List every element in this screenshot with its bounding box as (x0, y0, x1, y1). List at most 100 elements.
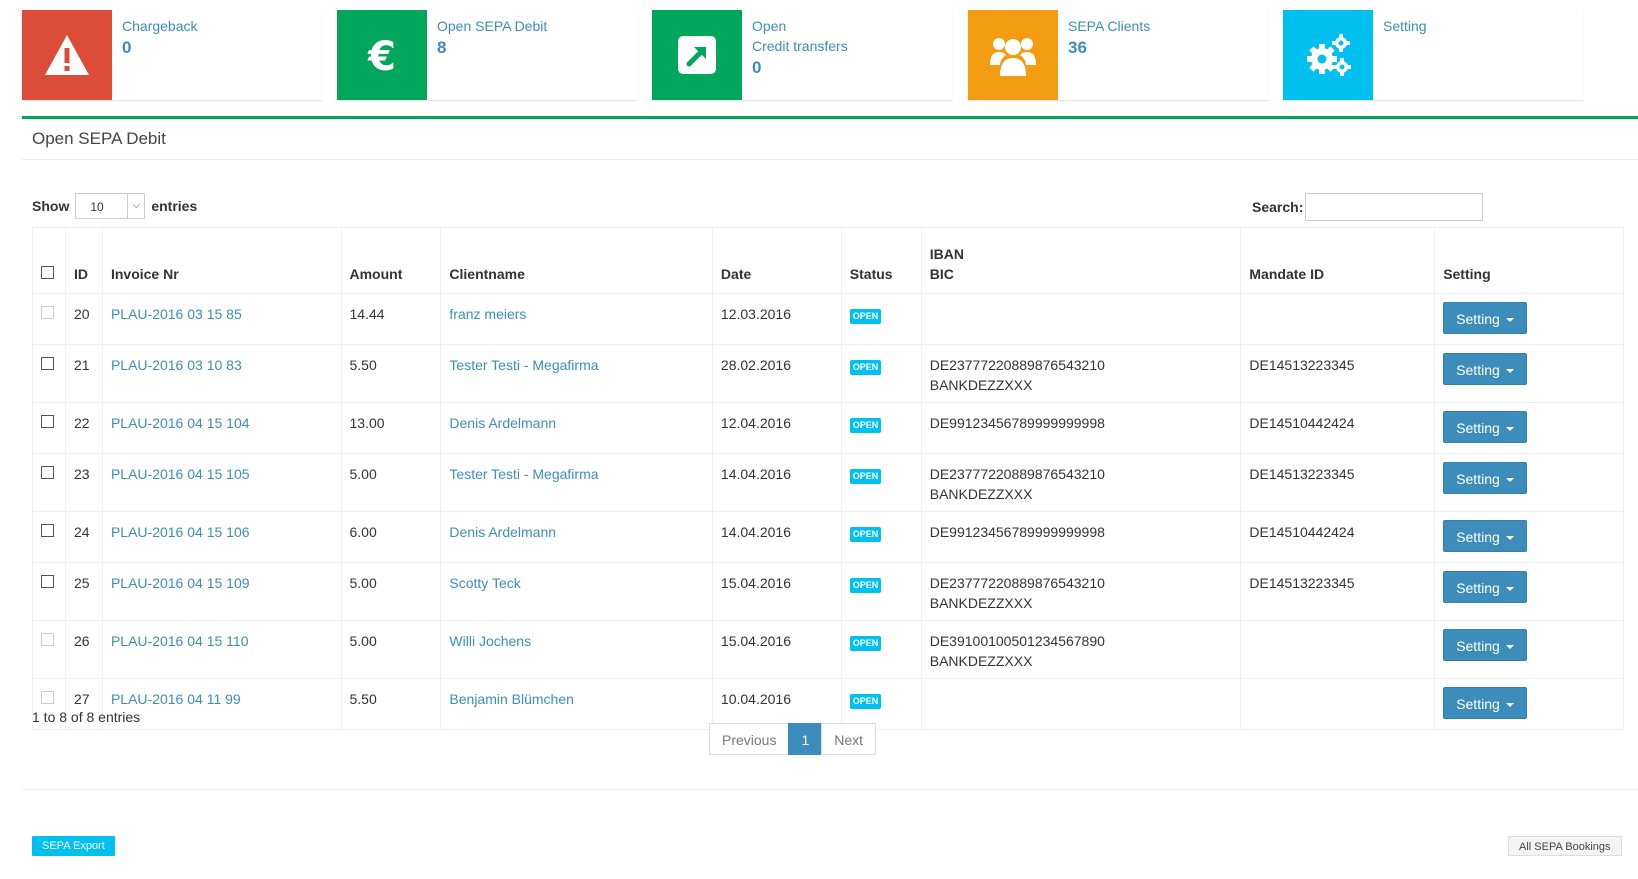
info-box-label: Setting (1383, 18, 1427, 34)
setting-dropdown-button[interactable]: Setting (1443, 411, 1527, 443)
users-icon (968, 10, 1058, 100)
info-box-text: SEPA Clients 36 (1068, 16, 1150, 58)
open-sepa-debit-box: Open SEPA Debit Show 10 ⌵ entries Search… (22, 116, 1638, 879)
info-box-gears[interactable]: Setting (1283, 10, 1583, 100)
page-1-button[interactable]: 1 (788, 723, 823, 755)
all-sepa-bookings-button[interactable]: All SEPA Bookings (1508, 836, 1622, 856)
invoice-link[interactable]: PLAU-2016 03 15 85 (111, 306, 242, 322)
cell-status: OPEN (840, 344, 922, 403)
col-status[interactable]: Status (840, 227, 922, 294)
col-iban-bic[interactable]: IBAN BIC (920, 227, 1242, 294)
col-invoice[interactable]: Invoice Nr (101, 227, 342, 294)
invoice-link[interactable]: PLAU-2016 04 15 109 (111, 575, 250, 591)
next-page-button[interactable]: Next (821, 723, 877, 755)
row-select-cell (32, 344, 66, 403)
client-link[interactable]: Scotty Teck (449, 575, 520, 591)
info-box-warning[interactable]: Chargeback 0 (22, 10, 322, 100)
client-link[interactable]: franz meiers (449, 306, 526, 322)
cell-date: 14.04.2016 (711, 453, 842, 512)
setting-dropdown-button[interactable]: Setting (1443, 353, 1527, 385)
table-row: 27 PLAU-2016 04 11 99 5.50 Benjamin Blümche… (32, 678, 1624, 730)
cell-iban-bic: DE23777220889876543210 BANKDEZZXXX (920, 562, 1242, 621)
cell-status: OPEN (840, 402, 922, 454)
status-badge: OPEN (849, 469, 882, 484)
col-date[interactable]: Date (711, 227, 842, 294)
row-checkbox[interactable] (41, 306, 54, 319)
col-amount[interactable]: Amount (340, 227, 442, 294)
cell-date: 28.02.2016 (711, 344, 842, 403)
cell-amount: 5.00 (340, 620, 442, 679)
invoice-link[interactable]: PLAU-2016 04 15 105 (111, 466, 250, 482)
setting-button-label: Setting (1456, 420, 1500, 436)
setting-dropdown-button[interactable]: Setting (1443, 302, 1527, 334)
entries-select[interactable]: 10 ⌵ (75, 193, 146, 219)
invoice-link[interactable]: PLAU-2016 04 15 110 (111, 633, 249, 649)
select-all-checkbox[interactable] (41, 266, 54, 279)
setting-dropdown-button[interactable]: Setting (1443, 687, 1527, 719)
row-checkbox[interactable] (41, 575, 54, 588)
info-box-value: 36 (1068, 38, 1087, 57)
info-box-external-link[interactable]: Open Credit transfers 0 (652, 10, 952, 100)
status-badge: OPEN (849, 309, 882, 324)
info-box-euro[interactable]: € Open SEPA Debit 8 (337, 10, 637, 100)
client-link[interactable]: Denis Ardelmann (449, 415, 556, 431)
col-client[interactable]: Clientname (440, 227, 713, 294)
cell-mandate (1240, 293, 1436, 345)
row-select-cell (32, 293, 66, 345)
cell-setting: Setting (1434, 402, 1624, 454)
info-box-label: Chargeback (122, 18, 198, 34)
iban-value: DE23777220889876543210 (929, 466, 1105, 482)
client-link[interactable]: Tester Testi - Megafirma (449, 357, 598, 373)
previous-page-button[interactable]: Previous (709, 723, 790, 755)
info-box-users[interactable]: SEPA Clients 36 (968, 10, 1268, 100)
cell-mandate: DE14513223345 (1240, 453, 1436, 512)
search-control: Search: (1252, 193, 1484, 221)
entries-select-value: 10 (90, 200, 104, 214)
client-link[interactable]: Benjamin Blümchen (449, 691, 574, 707)
table-row: 22 PLAU-2016 04 15 104 13.00 Denis Ardelman… (32, 402, 1624, 454)
row-checkbox[interactable] (41, 691, 54, 704)
row-checkbox[interactable] (41, 466, 54, 479)
cell-client: Tester Testi - Megafirma (440, 344, 713, 403)
cell-setting: Setting (1434, 620, 1624, 679)
status-badge: OPEN (849, 527, 882, 542)
setting-dropdown-button[interactable]: Setting (1443, 462, 1527, 494)
invoice-link[interactable]: PLAU-2016 04 11 99 (111, 691, 241, 707)
client-link[interactable]: Denis Ardelmann (449, 524, 556, 540)
col-id[interactable]: ID (64, 227, 103, 294)
client-link[interactable]: Willi Jochens (449, 633, 531, 649)
cell-amount: 5.00 (340, 453, 442, 512)
setting-dropdown-button[interactable]: Setting (1443, 571, 1527, 603)
cell-date: 12.03.2016 (711, 293, 842, 345)
cell-iban-bic: DE99123456789999999998 (920, 402, 1242, 454)
col-mandate[interactable]: Mandate ID (1240, 227, 1436, 294)
cell-setting: Setting (1434, 453, 1624, 512)
row-checkbox[interactable] (41, 357, 54, 370)
cell-invoice: PLAU-2016 04 15 106 (101, 511, 342, 563)
cell-invoice: PLAU-2016 04 15 110 (101, 620, 342, 679)
cell-client: Denis Ardelmann (440, 511, 713, 563)
invoice-link[interactable]: PLAU-2016 04 15 104 (111, 415, 250, 431)
cell-client: Scotty Teck (440, 562, 713, 621)
invoice-link[interactable]: PLAU-2016 04 15 106 (111, 524, 250, 540)
search-input[interactable] (1305, 193, 1484, 221)
info-box-value: 0 (122, 38, 132, 57)
caret-down-icon (1505, 703, 1514, 708)
client-link[interactable]: Tester Testi - Megafirma (449, 466, 598, 482)
row-checkbox[interactable] (41, 633, 54, 646)
cell-status: OPEN (840, 511, 922, 563)
table-row: 26 PLAU-2016 04 15 110 5.00 Willi Jochens 15… (32, 620, 1624, 679)
row-checkbox[interactable] (41, 415, 54, 428)
cell-status: OPEN (840, 678, 922, 730)
setting-dropdown-button[interactable]: Setting (1443, 520, 1527, 552)
status-badge: OPEN (849, 694, 882, 709)
sepa-export-button[interactable]: SEPA Export (32, 836, 115, 856)
table-row: 25 PLAU-2016 04 15 109 5.00 Scotty Teck 15.0… (32, 562, 1624, 621)
cell-date: 10.04.2016 (711, 678, 842, 730)
cell-client: Tester Testi - Megafirma (440, 453, 713, 512)
caret-down-icon (1505, 318, 1514, 323)
setting-dropdown-button[interactable]: Setting (1443, 629, 1527, 661)
setting-button-label: Setting (1456, 362, 1500, 378)
invoice-link[interactable]: PLAU-2016 03 10 83 (111, 357, 242, 373)
row-checkbox[interactable] (41, 524, 54, 537)
